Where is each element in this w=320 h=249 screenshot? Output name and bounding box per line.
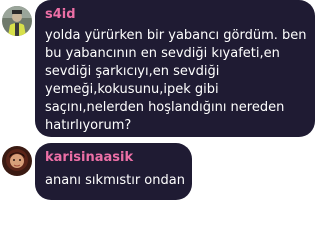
message-line: yolda yürürken bir yabancı gördüm. ben xyxy=(45,28,307,43)
username[interactable]: karisinaasik xyxy=(45,150,133,166)
user-avatar[interactable] xyxy=(2,6,32,36)
message-line: sevdiği şarkıcıyı,en sevdiği xyxy=(45,64,220,79)
profile-photo-icon xyxy=(2,146,32,176)
message-text: yolda yürürken bir yabancı gördüm. ben b… xyxy=(45,27,307,135)
username[interactable]: s4id xyxy=(45,7,76,23)
message-line: saçını,nelerden hoşlandığını nereden xyxy=(45,100,285,115)
message-line: hatırlıyorum? xyxy=(45,118,132,133)
user-avatar[interactable] xyxy=(2,146,32,176)
profile-photo-icon xyxy=(2,6,32,36)
message-bubble: s4id yolda yürürken bir yabancı gördüm. … xyxy=(35,0,315,137)
message-line: ananı sıkmıstır ondan xyxy=(45,173,185,188)
message-bubble: karisinaasik ananı sıkmıstır ondan xyxy=(35,143,192,200)
message-line: yemeği,kokusunu,ipek gibi xyxy=(45,82,219,97)
message-line: bu yabancının en sevdiği kıyafeti,en xyxy=(45,46,280,61)
message-text: ananı sıkmıstır ondan xyxy=(45,172,185,190)
